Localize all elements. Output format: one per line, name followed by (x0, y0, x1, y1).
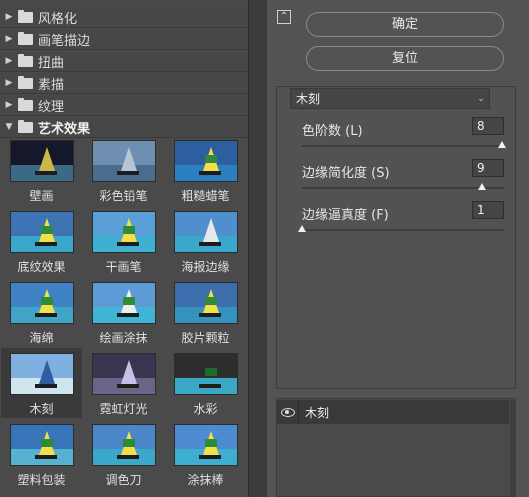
folder-icon (18, 9, 33, 23)
thumbnail-image (174, 140, 238, 182)
folder-row-distort[interactable]: ▶ 扭曲 (0, 51, 248, 72)
thumbnail-image (174, 211, 238, 253)
chevron-down-icon: ⌄ (477, 93, 485, 104)
expand-arrow-icon[interactable]: ▶ (0, 100, 18, 110)
filter-thumb-colored-pencil[interactable]: 彩色铅笔 (83, 135, 164, 205)
folder-label: 风格化 (38, 11, 78, 27)
reset-button[interactable]: 复位 (306, 46, 504, 71)
thumb-label: 海报边缘 (181, 260, 230, 274)
edge-fidelity-slider[interactable] (302, 229, 504, 231)
expand-arrow-icon[interactable]: ▶ (0, 34, 18, 44)
thumb-label: 涂抹棒 (187, 473, 224, 487)
folder-label: 纹理 (38, 99, 65, 115)
visibility-eye-icon[interactable] (277, 400, 299, 424)
thumbnail-image (92, 424, 156, 466)
expand-arrow-icon[interactable]: ▶ (0, 56, 18, 66)
filter-thumb-dry-brush[interactable]: 干画笔 (83, 206, 164, 276)
filter-thumb-underpainting[interactable]: 底纹效果 (1, 206, 82, 276)
thumbnail-image (174, 282, 238, 324)
thumbnail-image (10, 211, 74, 253)
filter-thumb-film-grain[interactable]: 胶片颗粒 (165, 277, 246, 347)
levels-slider[interactable] (302, 145, 504, 147)
folder-icon (18, 31, 33, 45)
thumb-label: 底纹效果 (17, 260, 66, 274)
folder-row-texture[interactable]: ▶ 纹理 (0, 95, 248, 116)
filter-thumb-paint-daubs[interactable]: 绘画涂抹 (83, 277, 164, 347)
filter-thumb-cutout[interactable]: 木刻 (1, 348, 82, 418)
thumb-label: 海绵 (29, 331, 54, 345)
folder-row-brush-strokes[interactable]: ▶ 画笔描边 (0, 29, 248, 50)
layers-scrollbar[interactable] (510, 400, 516, 496)
filter-thumb-poster-edges[interactable]: 海报边缘 (165, 206, 246, 276)
thumbnail-image (10, 353, 74, 395)
thumb-label: 胶片颗粒 (181, 331, 230, 345)
folder-label: 画笔描边 (38, 33, 91, 49)
filter-thumb-palette-knife[interactable]: 调色刀 (83, 419, 164, 489)
thumb-label: 水彩 (193, 402, 218, 416)
open-folder-icon (18, 119, 33, 133)
panel-divider (265, 0, 267, 497)
edge-simplicity-input[interactable]: 9 (472, 159, 504, 177)
edge-fidelity-input[interactable]: 1 (472, 201, 504, 219)
levels-label: 色阶数 (L) (302, 124, 363, 139)
levels-slider-thumb[interactable] (498, 141, 506, 148)
collapse-arrow-icon[interactable]: ▼ (0, 122, 18, 132)
edge-fidelity-label: 边缘逼真度 (F) (302, 208, 389, 223)
filter-gallery-panel: ▶ 风格化 ▶ 画笔描边 ▶ 扭曲 ▶ 素描 ▶ 纹理 ▼ 艺术效果 壁画 彩色… (0, 0, 265, 497)
thumb-label: 干画笔 (105, 260, 142, 274)
thumbnail-image (92, 353, 156, 395)
thumbnail-image (10, 424, 74, 466)
thumbnail-image (92, 140, 156, 182)
folder-icon (18, 53, 33, 67)
folder-label: 扭曲 (38, 55, 65, 71)
ok-button[interactable]: 确定 (306, 12, 504, 37)
effect-layer-row[interactable]: 木刻 (277, 400, 509, 424)
chevrons-up-icon[interactable]: ⌃ (277, 10, 291, 24)
filter-thumb-sponge[interactable]: 海绵 (1, 277, 82, 347)
thumbnail-image (174, 424, 238, 466)
expand-arrow-icon[interactable]: ▶ (0, 12, 18, 22)
filter-thumb-smudge-stick[interactable]: 涂抹棒 (165, 419, 246, 489)
gallery-scrollbar[interactable] (248, 0, 265, 497)
thumbnail-image (92, 211, 156, 253)
filter-select[interactable]: 木刻 ⌄ (290, 88, 490, 109)
filter-thumb-fresco[interactable]: 壁画 (1, 135, 82, 205)
edge-simplicity-slider-thumb[interactable] (478, 183, 486, 190)
folder-row-sketch[interactable]: ▶ 素描 (0, 73, 248, 94)
folder-label: 艺术效果 (38, 121, 91, 137)
thumb-label: 彩色铅笔 (99, 189, 148, 203)
folder-row-stylize[interactable]: ▶ 风格化 (0, 7, 248, 28)
edge-simplicity-slider[interactable] (302, 187, 504, 189)
filter-thumb-neon-glow[interactable]: 霓虹灯光 (83, 348, 164, 418)
thumb-label: 塑料包装 (17, 473, 66, 487)
levels-input[interactable]: 8 (472, 117, 504, 135)
thumb-label: 木刻 (29, 402, 54, 416)
thumbnail-image (174, 353, 238, 395)
filter-select-value: 木刻 (296, 92, 321, 106)
effect-layer-label: 木刻 (305, 405, 330, 420)
filter-thumb-plastic-wrap[interactable]: 塑料包装 (1, 419, 82, 489)
thumb-label: 霓虹灯光 (99, 402, 148, 416)
thumb-label: 调色刀 (105, 473, 142, 487)
thumb-label: 粗糙蜡笔 (181, 189, 230, 203)
edge-fidelity-slider-thumb[interactable] (298, 225, 306, 232)
thumbnail-image (10, 140, 74, 182)
expand-arrow-icon[interactable]: ▶ (0, 78, 18, 88)
thumb-label: 绘画涂抹 (99, 331, 148, 345)
thumbnail-image (10, 282, 74, 324)
filter-thumb-rough-pastels[interactable]: 粗糙蜡笔 (165, 135, 246, 205)
folder-icon (18, 97, 33, 111)
edge-simplicity-label: 边缘简化度 (S) (302, 166, 390, 181)
folder-icon (18, 75, 33, 89)
thumbnail-image (92, 282, 156, 324)
folder-label: 素描 (38, 77, 65, 93)
thumb-label: 壁画 (29, 189, 54, 203)
filter-thumb-watercolor[interactable]: 水彩 (165, 348, 246, 418)
